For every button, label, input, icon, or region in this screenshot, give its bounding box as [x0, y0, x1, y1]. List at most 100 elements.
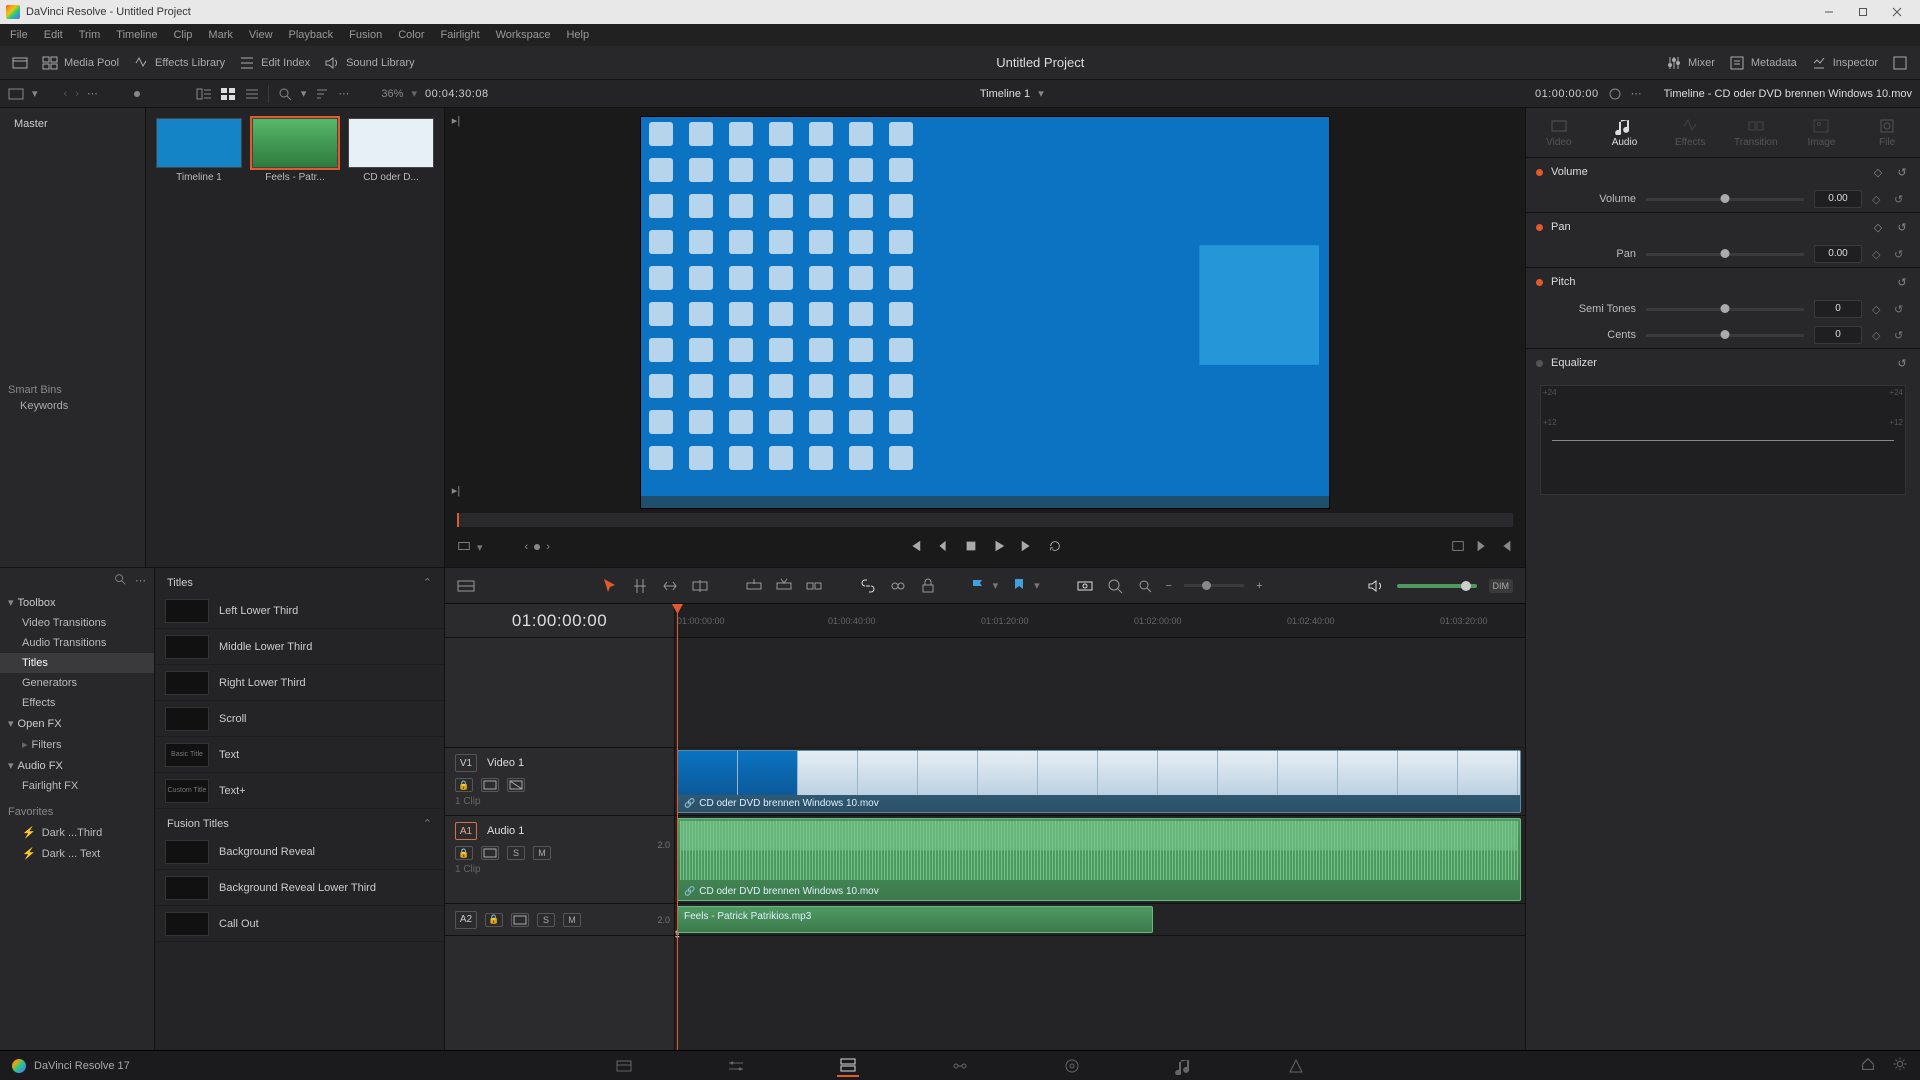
- chain-icon[interactable]: [889, 577, 907, 595]
- library-icon[interactable]: [12, 55, 28, 71]
- fx-tree-item[interactable]: Video Transitions: [0, 613, 154, 633]
- bin-master[interactable]: Master: [8, 114, 137, 134]
- menu-fairlight[interactable]: Fairlight: [441, 29, 480, 41]
- page-color-icon[interactable]: [1061, 1055, 1083, 1077]
- search-options-icon[interactable]: ▾: [301, 87, 307, 100]
- menu-trim[interactable]: Trim: [79, 29, 101, 41]
- search-timeline-icon[interactable]: [1136, 577, 1154, 595]
- page-fusion-icon[interactable]: [949, 1055, 971, 1077]
- title-item[interactable]: Right Lower Third: [155, 665, 444, 701]
- menu-clip[interactable]: Clip: [173, 29, 192, 41]
- fusion-title-item[interactable]: Background Reveal Lower Third: [155, 870, 444, 906]
- window-close-button[interactable]: [1880, 2, 1914, 22]
- fx-tree-item-titles[interactable]: Titles: [0, 653, 154, 673]
- fx-tree-item[interactable]: Audio Transitions: [0, 633, 154, 653]
- play-button[interactable]: [992, 539, 1006, 556]
- go-end-button[interactable]: [1020, 539, 1034, 556]
- fx-tree-item[interactable]: Fairlight FX: [0, 776, 154, 796]
- timeline-ruler[interactable]: 01:00:00:00 01:00:40:00 01:01:20:00 01:0…: [675, 604, 1525, 638]
- title-item[interactable]: Custom TitleText+: [155, 773, 444, 809]
- title-item[interactable]: Left Lower Third: [155, 593, 444, 629]
- fx-search-icon[interactable]: [113, 572, 127, 589]
- search-icon[interactable]: [277, 86, 293, 102]
- effects-library-toggle[interactable]: Effects Library: [133, 55, 225, 71]
- monitor-volume-slider[interactable]: [1397, 584, 1477, 588]
- playhead[interactable]: [677, 604, 678, 1050]
- reset-icon[interactable]: ↺: [1894, 329, 1906, 342]
- audio-clip[interactable]: Feels - Patrick Patrikios.mp3: [677, 906, 1153, 933]
- fx-tree-openfx[interactable]: ▾Open FX: [0, 713, 154, 734]
- viewer-zoom[interactable]: 36%: [381, 88, 403, 100]
- keyframe-icon[interactable]: ◇: [1872, 303, 1884, 316]
- collapse-icon[interactable]: ⌃: [423, 576, 432, 589]
- metadata-toggle[interactable]: Metadata: [1729, 55, 1797, 71]
- pan-header[interactable]: Pan: [1551, 221, 1862, 233]
- selection-tool-icon[interactable]: [601, 577, 619, 595]
- fx-section-fusion[interactable]: Fusion Titles: [167, 818, 229, 830]
- track-badge-a2[interactable]: A2: [455, 911, 477, 929]
- inspector-tab-file[interactable]: File: [1857, 117, 1917, 148]
- full-screen-icon[interactable]: [1892, 55, 1908, 71]
- flag-dropdown-icon[interactable]: ▾: [993, 579, 999, 592]
- fusion-title-item[interactable]: Call Out: [155, 906, 444, 942]
- reset-icon[interactable]: ↺: [1894, 221, 1910, 234]
- view-thumb-icon[interactable]: [220, 86, 236, 102]
- trim-tool-icon[interactable]: [631, 577, 649, 595]
- menu-file[interactable]: File: [10, 29, 28, 41]
- dim-button[interactable]: DIM: [1489, 579, 1514, 593]
- nav-fwd-icon[interactable]: ›: [75, 88, 79, 100]
- mute-button[interactable]: M: [533, 846, 551, 860]
- menu-color[interactable]: Color: [398, 29, 424, 41]
- overflow-icon[interactable]: ⋯: [135, 574, 146, 587]
- blade-tool-icon[interactable]: [691, 577, 709, 595]
- menu-view[interactable]: View: [249, 29, 273, 41]
- timeline-dropdown-icon[interactable]: ▾: [1038, 87, 1044, 100]
- view-metadata-icon[interactable]: [196, 86, 212, 102]
- prev-edit-icon[interactable]: ‹: [525, 541, 529, 553]
- zoom-icon[interactable]: [1106, 577, 1124, 595]
- page-deliver-icon[interactable]: [1285, 1055, 1307, 1077]
- smart-bin-keywords[interactable]: Keywords: [8, 396, 137, 416]
- fx-section-titles[interactable]: Titles: [167, 577, 193, 589]
- step-back-button[interactable]: [936, 539, 950, 556]
- title-item[interactable]: Basic TitleText: [155, 737, 444, 773]
- menu-help[interactable]: Help: [566, 29, 589, 41]
- lock-track-icon[interactable]: 🔒: [485, 913, 503, 927]
- keyframe-icon[interactable]: ◇: [1870, 166, 1886, 179]
- timeline-view-icon[interactable]: [457, 577, 475, 595]
- stop-button[interactable]: [964, 539, 978, 556]
- nav-back-icon[interactable]: ‹: [64, 88, 68, 100]
- track-badge-a1[interactable]: A1: [455, 822, 477, 840]
- menu-playback[interactable]: Playback: [289, 29, 334, 41]
- overflow-icon[interactable]: ⋯: [87, 87, 98, 100]
- match-frame-icon[interactable]: ▸|: [449, 114, 463, 127]
- replace-clip-icon[interactable]: [805, 577, 823, 595]
- cents-value[interactable]: 0: [1814, 326, 1862, 344]
- zoom-dropdown-icon[interactable]: ▾: [411, 87, 417, 100]
- lock-track-icon[interactable]: 🔒: [455, 778, 473, 792]
- auto-select-icon[interactable]: [511, 913, 529, 927]
- disable-video-icon[interactable]: [507, 778, 525, 792]
- home-icon[interactable]: [1860, 1056, 1876, 1075]
- insert-mode-icon[interactable]: [457, 539, 471, 556]
- menu-fusion[interactable]: Fusion: [349, 29, 382, 41]
- next-edit-icon[interactable]: ›: [546, 541, 550, 553]
- dynamic-trim-icon[interactable]: [661, 577, 679, 595]
- timeline-view-options-icon[interactable]: [1607, 86, 1623, 102]
- equalizer-header[interactable]: Equalizer: [1551, 357, 1886, 369]
- window-maximize-button[interactable]: [1846, 2, 1880, 22]
- next-clip-icon[interactable]: [1475, 539, 1489, 556]
- keyframe-icon[interactable]: ◇: [1872, 329, 1884, 342]
- prev-clip-icon[interactable]: [1499, 539, 1513, 556]
- keyframe-icon[interactable]: ◇: [1872, 193, 1884, 206]
- clip-thumb[interactable]: Timeline 1: [156, 118, 242, 557]
- lock-icon[interactable]: [919, 577, 937, 595]
- overwrite-clip-icon[interactable]: [775, 577, 793, 595]
- track-badge-v1[interactable]: V1: [455, 754, 477, 772]
- mute-icon[interactable]: [1367, 577, 1385, 595]
- timeline-playhead-tc[interactable]: 01:00:00:00: [445, 604, 674, 638]
- audio-clip[interactable]: CD oder DVD brennen Windows 10.mov: [677, 818, 1521, 901]
- keyframe-icon[interactable]: ◇: [1872, 248, 1884, 261]
- page-media-icon[interactable]: [613, 1055, 635, 1077]
- single-viewer-icon[interactable]: [1451, 539, 1465, 556]
